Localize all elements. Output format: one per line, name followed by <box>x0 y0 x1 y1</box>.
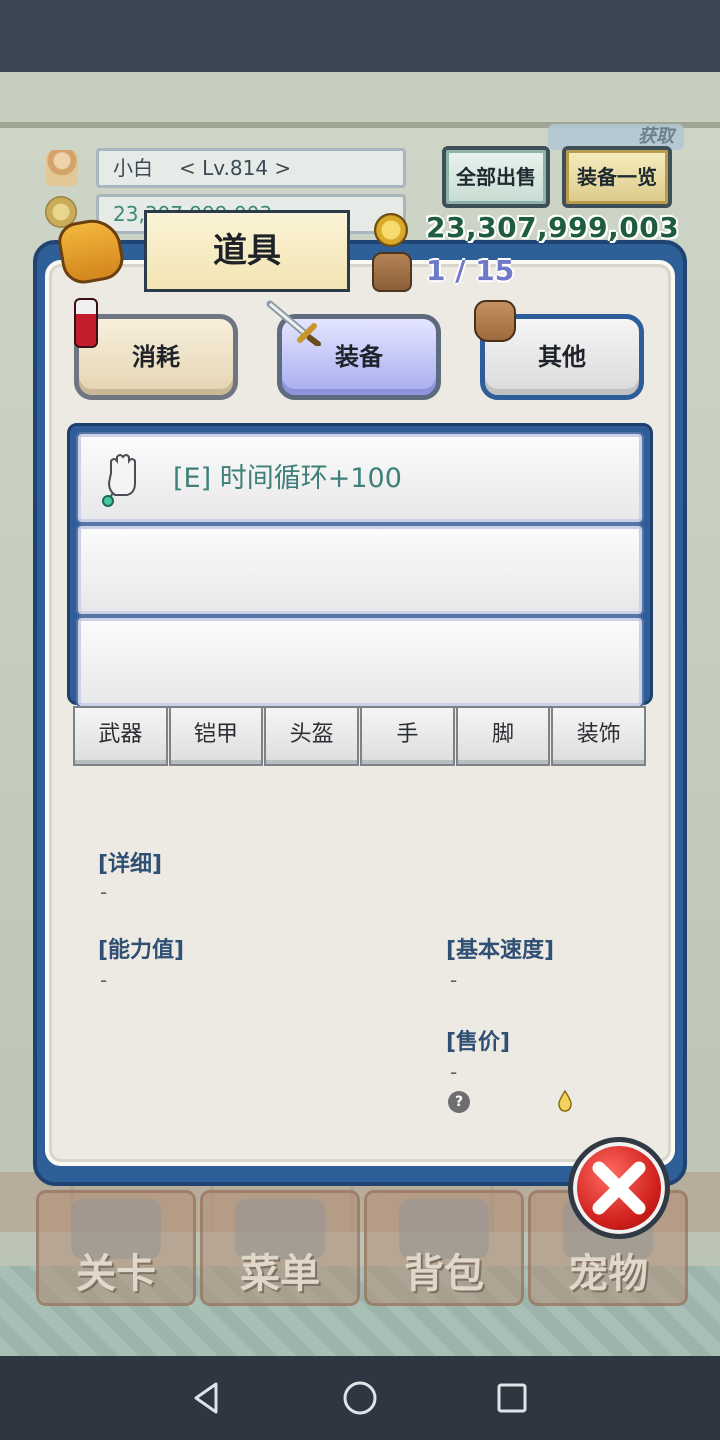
filter-hand[interactable]: 手 <box>360 706 455 766</box>
detail-label: [详细] <box>98 852 163 877</box>
detail-value: - <box>100 880 108 904</box>
filter-helmet[interactable]: 头盔 <box>264 706 360 766</box>
equipment-filter-bar: 武器 铠甲 头盔 手 脚 装饰 <box>73 706 647 766</box>
backpack-icon <box>372 252 412 292</box>
drop-icon <box>558 1090 572 1112</box>
close-icon <box>592 1161 646 1215</box>
sell-all-button[interactable]: 全部出售 <box>442 146 550 208</box>
nav-label: 关卡 <box>76 1251 156 1297</box>
price-label: [售价] <box>446 1030 511 1055</box>
gold-coin-icon <box>374 213 408 247</box>
glove-icon <box>102 454 136 507</box>
player-info-box: 小白 < Lv.814 > <box>96 148 406 188</box>
item-row[interactable]: [E] 时间循环+100 <box>78 434 642 522</box>
filter-weapon[interactable]: 武器 <box>73 706 168 766</box>
nav-label: 菜单 <box>240 1251 320 1297</box>
sack-icon <box>474 300 516 342</box>
nav-label: 背包 <box>404 1251 484 1297</box>
tab-consumables[interactable]: 消耗 <box>74 314 238 400</box>
panel-title: 道具 <box>144 210 350 292</box>
player-avatar[interactable] <box>46 150 78 186</box>
nav-stage[interactable]: 关卡 <box>36 1190 196 1306</box>
item-name: [E] 时间循环+100 <box>173 463 402 494</box>
equip-list-button[interactable]: 装备一览 <box>562 146 672 208</box>
status-bar <box>0 0 720 72</box>
item-row-empty[interactable] <box>78 526 642 614</box>
base-speed-label: [基本速度] <box>446 938 555 963</box>
gold-amount: 23,307,999,003 <box>426 211 680 244</box>
price-value: - <box>450 1060 458 1084</box>
nav-backpack[interactable]: 背包 <box>364 1190 524 1306</box>
player-level: < Lv.814 > <box>179 156 292 180</box>
filter-accessory[interactable]: 装饰 <box>551 706 647 766</box>
question-icon[interactable]: ? <box>448 1091 470 1113</box>
item-list: [E] 时间循环+100 <box>67 423 653 706</box>
nav-menu[interactable]: 菜单 <box>200 1190 360 1306</box>
nav-label: 宠物 <box>568 1251 648 1297</box>
filter-armor[interactable]: 铠甲 <box>168 706 264 766</box>
home-icon[interactable] <box>340 1378 380 1418</box>
ability-value: - <box>100 968 108 992</box>
sword-icon <box>266 300 321 346</box>
close-button[interactable] <box>568 1137 670 1239</box>
potion-icon <box>74 298 98 348</box>
base-speed-value: - <box>450 968 458 992</box>
wall-top <box>0 72 720 128</box>
player-name: 小白 <box>113 156 153 180</box>
filter-foot[interactable]: 脚 <box>455 706 551 766</box>
ability-label: [能力值] <box>98 938 185 963</box>
item-row-empty[interactable] <box>78 618 642 706</box>
back-icon[interactable] <box>186 1378 226 1418</box>
bag-capacity: 1 / 15 <box>426 254 515 287</box>
recents-icon[interactable] <box>492 1378 532 1418</box>
system-navigation-bar <box>0 1356 720 1440</box>
